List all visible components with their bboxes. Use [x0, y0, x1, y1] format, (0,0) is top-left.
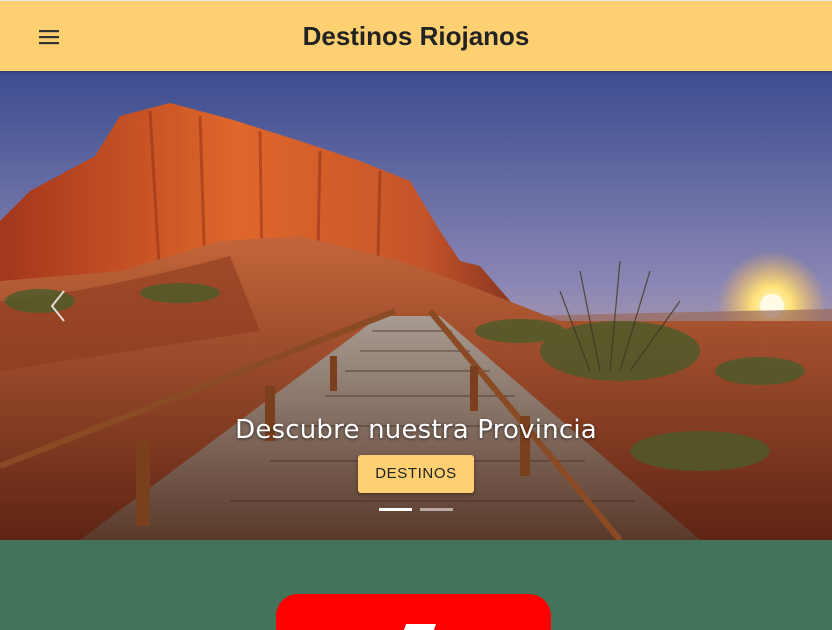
chevron-left-icon — [50, 290, 65, 322]
carousel-prev-button[interactable] — [44, 286, 74, 326]
destinos-button[interactable]: DESTINOS — [358, 455, 474, 493]
content-section — [0, 540, 832, 630]
carousel-indicators — [0, 508, 832, 511]
carousel-caption: Descubre nuestra Provincia DESTINOS — [0, 415, 832, 493]
top-app-bar: Destinos Riojanos — [0, 0, 832, 71]
hero-carousel: Descubre nuestra Provincia DESTINOS — [0, 71, 832, 540]
hero-caption-title: Descubre nuestra Provincia — [235, 415, 597, 445]
carousel-indicator-2[interactable] — [420, 508, 453, 511]
site-title[interactable]: Destinos Riojanos — [0, 21, 832, 52]
featured-card[interactable] — [276, 594, 551, 630]
carousel-indicator-1[interactable] — [379, 508, 412, 511]
card-logo-mark — [403, 624, 437, 630]
